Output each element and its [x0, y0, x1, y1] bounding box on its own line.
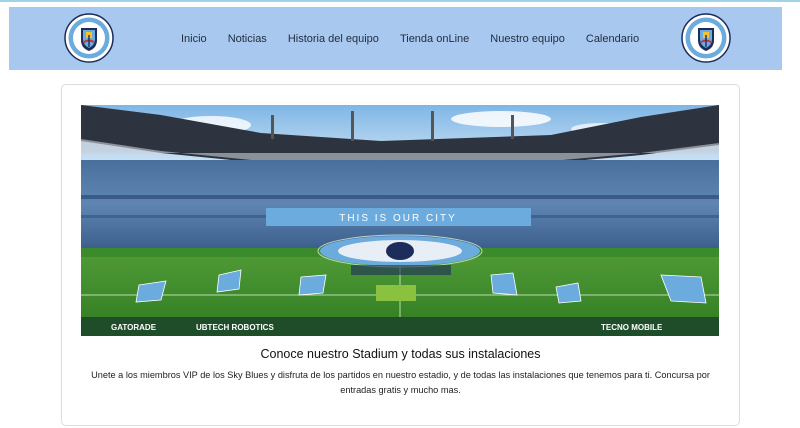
nav-links: Inicio Noticias Historia del equipo Tien…: [181, 7, 660, 70]
card-title: Conoce nuestro Stadium y todas sus insta…: [260, 347, 541, 361]
top-accent-line: [0, 0, 800, 2]
manchester-city-crest-icon[interactable]: [64, 13, 114, 63]
stadium-card: THIS IS OUR CITY GATORADE UBTECH ROBOTIC…: [61, 84, 740, 426]
ad-board-text: GATORADE: [111, 323, 157, 332]
nav-link-inicio[interactable]: Inicio: [181, 33, 207, 45]
banner-text: THIS IS OUR CITY: [339, 213, 457, 224]
nav-link-equipo[interactable]: Nuestro equipo: [490, 33, 565, 45]
nav-link-tienda[interactable]: Tienda onLine: [400, 33, 469, 45]
nav-link-calendario[interactable]: Calendario: [586, 33, 639, 45]
nav-link-historia[interactable]: Historia del equipo: [288, 33, 379, 45]
navbar: Inicio Noticias Historia del equipo Tien…: [9, 7, 782, 70]
stadium-photo: THIS IS OUR CITY GATORADE UBTECH ROBOTIC…: [81, 105, 719, 336]
card-text: Unete a los miembros VIP de los Sky Blue…: [91, 370, 710, 395]
ad-board-text: UBTECH ROBOTICS: [196, 323, 274, 332]
nav-link-noticias[interactable]: Noticias: [228, 33, 267, 45]
ad-board-text: TECNO MOBILE: [601, 323, 663, 332]
manchester-city-crest-icon[interactable]: [681, 13, 731, 63]
